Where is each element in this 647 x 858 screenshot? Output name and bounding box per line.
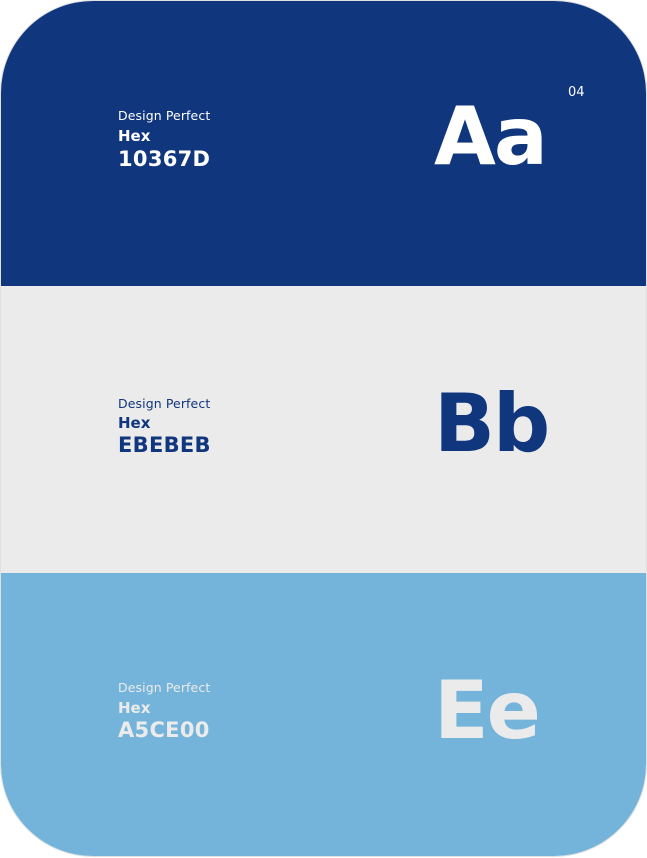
swatch-1-brand-label: Design Perfect [118,108,211,123]
swatch-1-hex-code: 10367D [118,147,211,171]
swatch-2-hex-code: EBEBEB [118,433,211,457]
swatch-band-3: Design Perfect Hex A5CE00 Ee [1,573,646,856]
swatch-band-1: Design Perfect Hex 10367D Aa 04 [1,1,646,286]
swatch-1-hex-label: Hex [118,127,151,145]
swatch-3-hex-code: A5CE00 [118,718,210,742]
swatch-1-glyph: Aa [434,90,548,183]
swatch-3-glyph: Ee [434,664,541,757]
color-palette-card: Design Perfect Hex 10367D Aa 04 Design P… [1,1,646,856]
page-number: 04 [568,85,585,100]
swatch-2-hex-label: Hex [118,414,151,432]
swatch-band-2: Design Perfect Hex EBEBEB Bb [1,286,646,573]
swatch-2-glyph: Bb [434,377,550,470]
swatch-3-brand-label: Design Perfect [118,680,211,695]
swatch-2-brand-label: Design Perfect [118,396,211,411]
swatch-3-hex-label: Hex [118,699,151,717]
